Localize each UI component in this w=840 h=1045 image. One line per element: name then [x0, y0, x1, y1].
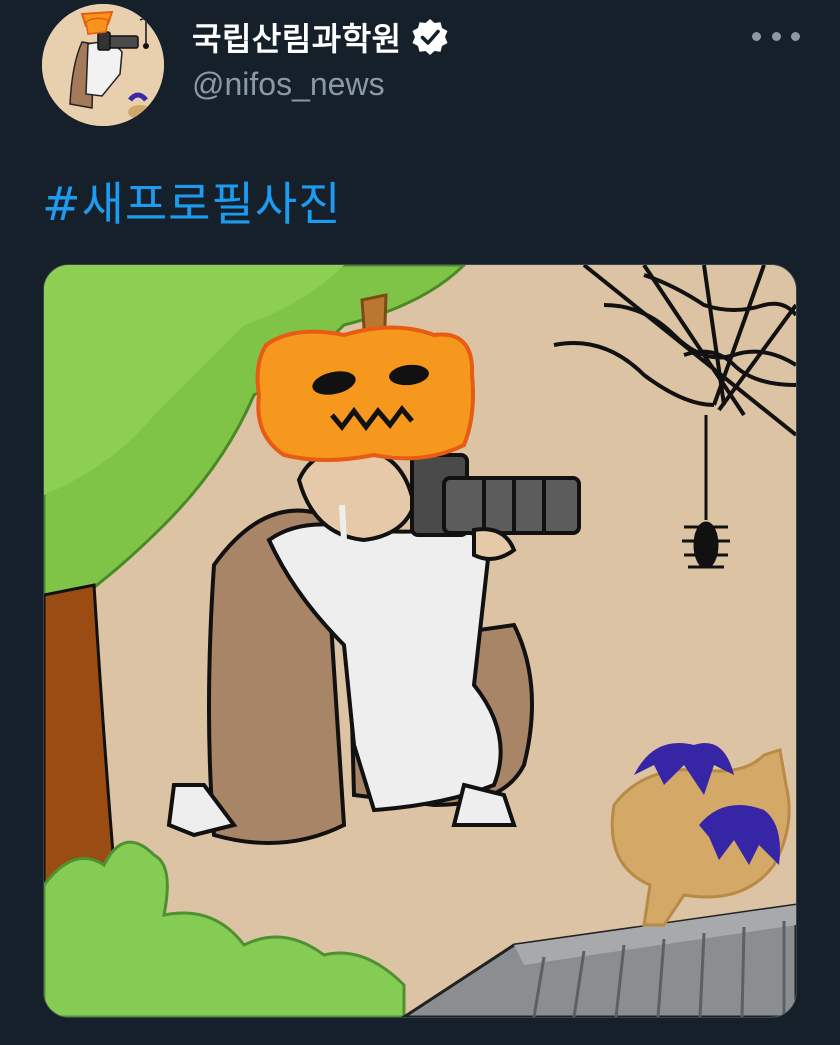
more-options-icon[interactable] — [752, 22, 800, 50]
camera-lens — [442, 476, 581, 535]
illustration — [44, 265, 796, 1017]
more-dot — [752, 31, 761, 41]
avatar-image — [42, 4, 164, 126]
verified-badge-icon — [410, 17, 450, 57]
more-dot — [771, 31, 781, 41]
display-name[interactable]: 국립산림과학원 — [192, 14, 402, 60]
more-dot — [791, 31, 800, 41]
account-names: 국립산림과학원 @nifos_news — [192, 12, 450, 103]
tweet: 국립산림과학원 @nifos_news #새프로필사진 — [0, 0, 840, 1045]
hashtag-link[interactable]: #새프로필사진 — [42, 168, 341, 234]
pumpkin-head — [255, 325, 475, 462]
tweet-media-image[interactable] — [43, 264, 797, 1018]
avatar[interactable] — [42, 4, 164, 126]
display-name-row: 국립산림과학원 — [192, 12, 450, 62]
handle[interactable]: @nifos_news — [192, 66, 450, 103]
